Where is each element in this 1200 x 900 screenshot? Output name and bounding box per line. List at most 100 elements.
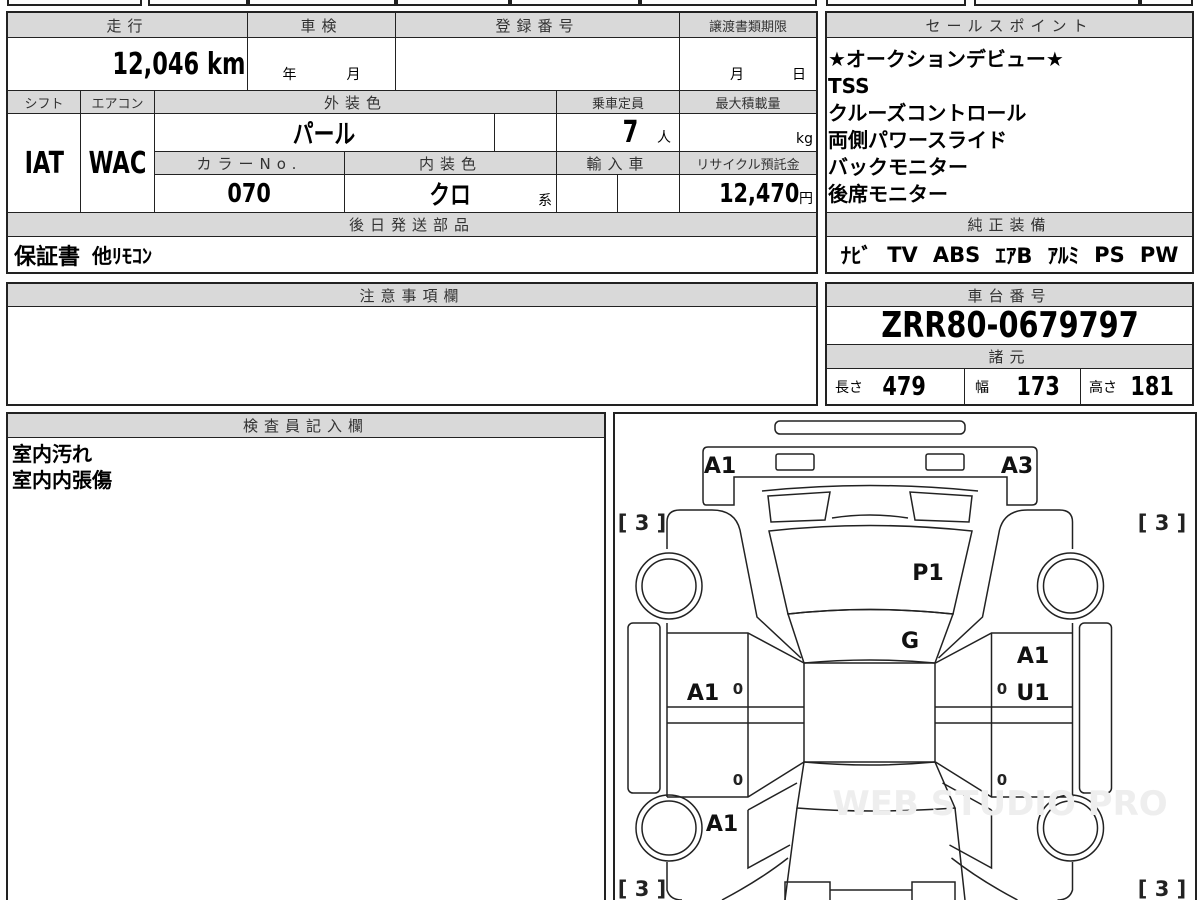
bumper-panel-shape [702, 446, 1038, 506]
equipment-item: PS [1094, 242, 1125, 267]
interior-color-value: クロ [429, 181, 472, 211]
width-value: 173 [1016, 371, 1060, 402]
width-cell: 幅 173 [964, 368, 1081, 405]
transfer-day-label: 日 [792, 67, 806, 83]
damage-mark: A1 [706, 812, 738, 837]
height-cell: 高さ 181 [1080, 368, 1193, 405]
headlight-shape [909, 491, 973, 523]
equipment-item: ｱﾙﾐ [1047, 243, 1080, 268]
damage-mark: A1 [687, 681, 719, 706]
mileage-value: 12,046 km [111, 46, 245, 82]
notes-header: 注意事項欄 [7, 283, 817, 307]
front-wheel-inner [641, 558, 697, 614]
later-parts-header: 後日発送部品 [7, 212, 817, 237]
chassis-number-cell: ZRR80-0679797 [826, 306, 1193, 345]
capacity-unit: 人 [657, 130, 671, 146]
registration-cell [395, 37, 680, 91]
rear-fender-shape [747, 782, 798, 870]
door-zero-mark: 0 [997, 771, 1007, 789]
sales-point-item: 後席モニター [828, 182, 948, 206]
damage-mark: A1 [704, 454, 736, 479]
watermark: WEB STUDIO PRO [832, 784, 1167, 824]
later-parts-cell: 保証書 他ﾘﾓｺﾝ [7, 236, 817, 273]
rocker-panel-shape [627, 622, 661, 794]
damage-mark: A3 [1001, 454, 1033, 479]
later-parts-item: 他ﾘﾓｺﾝ [92, 244, 153, 268]
car-diagram: WEB STUDIO PRO A1 A3 P1 G A1 U1 A1 A1 0 … [618, 420, 1186, 900]
height-value: 181 [1130, 371, 1174, 402]
inspection-header: 車検 [247, 12, 396, 38]
sales-point-item: バックモニター [828, 155, 968, 179]
inspection-year-label: 年 [282, 67, 297, 83]
tread-depth-rear-right: [ 3 ] [1138, 877, 1186, 900]
damage-mark: U1 [1016, 681, 1049, 706]
sales-point-item: クルーズコントロール [828, 101, 1027, 125]
headlight-shape [767, 491, 831, 523]
inspection-month-label: 月 [346, 67, 361, 83]
mileage-cell: 12,046 km [7, 37, 248, 91]
shift-cell: IAT [7, 113, 81, 213]
exterior-color-cell: パール [154, 113, 495, 152]
sales-points-header: セールスポイント [826, 12, 1193, 38]
equipment-item: TV [887, 242, 918, 267]
equipment-item: ABS [932, 242, 981, 267]
length-label: 長さ [835, 379, 863, 396]
transfer-deadline-cell: 月 日 [679, 37, 817, 91]
rear-quarter-shape [666, 857, 789, 900]
sales-point-item: TSS [828, 74, 870, 98]
registration-header: 登録番号 [395, 12, 680, 38]
color-no-header: カラーNo. [154, 151, 345, 175]
length-value: 479 [882, 371, 926, 402]
inspection-cell: 年 月 [247, 37, 396, 91]
inspector-line: 室内内張傷 [12, 468, 112, 492]
shift-value: IAT [24, 145, 64, 181]
door-zero-mark: 0 [997, 680, 1007, 698]
tail-lamp-shape [784, 881, 831, 900]
max-load-unit: kg [796, 131, 813, 147]
top-strip-cell [7, 0, 142, 6]
max-load-header: 最大積載量 [679, 90, 817, 114]
equipment-cell: ﾅﾋﾞ TV ABS ｴｱB ｱﾙﾐ PS PW [826, 236, 1193, 273]
exterior-color-header: 外装色 [154, 90, 557, 114]
top-strip-cell [974, 0, 1140, 6]
capacity-value: 7 [622, 115, 639, 150]
color-no-cell: 070 [154, 174, 345, 213]
tail-lamp-shape [911, 881, 956, 900]
rear-bumper-shape [774, 420, 966, 435]
ac-cell: WAC [80, 113, 155, 213]
chassis-header: 車台番号 [826, 283, 1193, 307]
top-strip-cell [510, 0, 640, 6]
transfer-month-label: 月 [730, 67, 744, 83]
import-header: 輸入車 [556, 151, 680, 175]
inspector-header: 検査員記入欄 [7, 413, 605, 438]
windshield-shape [787, 608, 955, 664]
ac-header: エアコン [80, 90, 155, 114]
recycle-cell: 12,470 円 [679, 174, 817, 213]
damage-mark: A1 [1017, 644, 1049, 669]
import-cell-2 [617, 174, 680, 213]
shift-header: シフト [7, 90, 81, 114]
top-strip-cell [396, 0, 510, 6]
equipment-header: 純正装備 [826, 212, 1193, 237]
equipment-item: PW [1139, 242, 1179, 267]
interior-color-header: 内装色 [344, 151, 557, 175]
equipment-item: ｴｱB [995, 243, 1033, 268]
damage-mark: G [901, 629, 919, 654]
tread-depth-front-right: [ 3 ] [1138, 511, 1186, 535]
grille-line [761, 484, 979, 492]
tread-depth-front-left: [ 3 ] [618, 511, 666, 535]
tread-depth-rear-left: [ 3 ] [618, 877, 666, 900]
later-parts-item: 保証書 [14, 244, 81, 270]
chassis-number: ZRR80-0679797 [880, 306, 1139, 345]
equipment-item: ﾅﾋﾞ [840, 243, 873, 268]
sales-point-item: 両側パワースライド [828, 128, 1007, 152]
front-wheel-outer [635, 552, 703, 620]
damage-mark: P1 [912, 561, 943, 586]
rear-wheel-inner [641, 800, 697, 856]
inspector-line: 室内汚れ [12, 442, 92, 466]
recycle-fee-value: 12,470 [718, 178, 799, 209]
top-strip-cell [1140, 0, 1193, 6]
import-cell-1 [556, 174, 618, 213]
top-strip-cell [148, 0, 248, 6]
grille-line [831, 514, 909, 519]
